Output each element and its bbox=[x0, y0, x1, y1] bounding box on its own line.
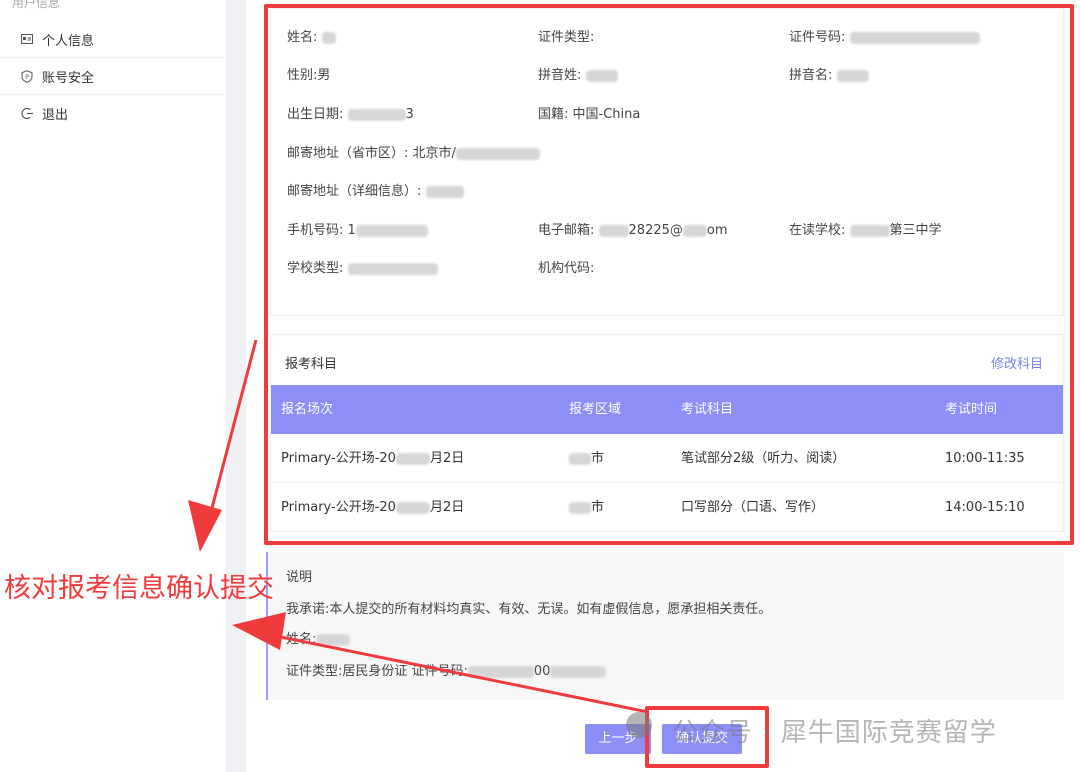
pledge-id: 证件类型:居民身份证 证件号码: 00 bbox=[286, 660, 607, 679]
logout-icon bbox=[20, 107, 34, 121]
sidebar-title: 用户信息 bbox=[12, 0, 61, 10]
layout-gutter bbox=[226, 0, 246, 772]
shield-icon: P bbox=[20, 69, 34, 83]
sidebar-item-personal-info[interactable]: 个人信息 bbox=[0, 21, 226, 58]
id-card-icon bbox=[20, 32, 34, 46]
pledge-card: 说明 我承诺:本人提交的所有材料均真实、有效、无误。如有虚假信息，愿承担相关责任… bbox=[266, 552, 1064, 700]
wechat-icon bbox=[626, 712, 652, 738]
sidebar-item-label: 个人信息 bbox=[42, 33, 95, 49]
sidebar-item-logout[interactable]: 退出 bbox=[0, 95, 226, 132]
pledge-title: 说明 bbox=[286, 570, 313, 585]
pledge-text: 我承诺:本人提交的所有材料均真实、有效、无误。如有虚假信息，愿承担相关责任。 bbox=[286, 602, 772, 617]
sidebar-item-label: 账号安全 bbox=[42, 70, 95, 86]
sidebar-item-label: 退出 bbox=[42, 108, 69, 123]
sidebar: 用户信息 个人信息 P 账号安全 退出 bbox=[0, 0, 226, 772]
svg-text:P: P bbox=[25, 74, 29, 81]
annotation-highlight-box bbox=[264, 4, 1074, 545]
sidebar-item-account-security[interactable]: P 账号安全 bbox=[0, 58, 226, 95]
annotation-text: 核对报考信息确认提交 bbox=[4, 573, 274, 604]
pledge-name: 姓名: bbox=[286, 628, 351, 647]
watermark: 公众号 · 犀牛国际竞赛留学 bbox=[672, 718, 997, 748]
